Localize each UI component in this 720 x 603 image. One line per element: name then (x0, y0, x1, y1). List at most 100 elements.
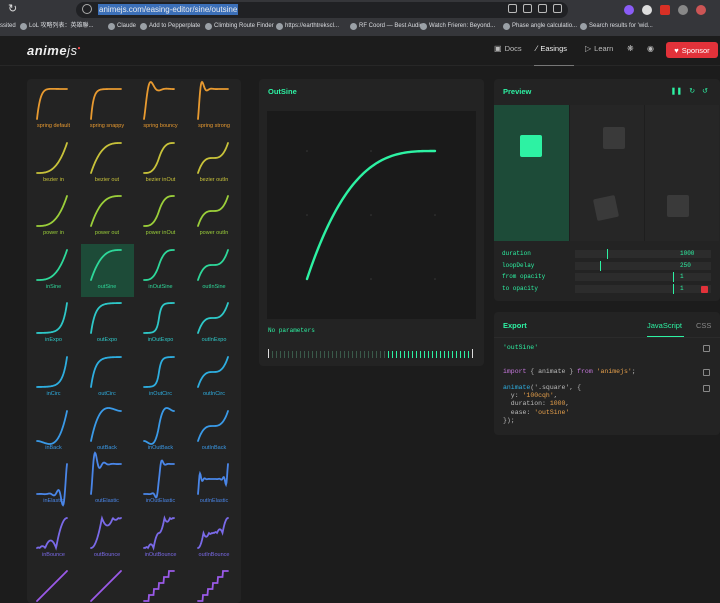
easing-curve-icon (196, 463, 229, 496)
nav-easings[interactable]: ∕ Easings (536, 44, 567, 53)
easing-cell[interactable]: inOutBounce (134, 512, 187, 565)
easing-cell[interactable]: spring strong (188, 80, 241, 136)
bookmark-item[interactable]: Search results for 'wid... (580, 20, 653, 32)
animejs-logo[interactable]: animejs● (27, 43, 81, 58)
bookmark-item[interactable]: Climbing Route Finder (205, 20, 274, 32)
url-text[interactable]: animejs.com/easing-editor/sine/outsine (98, 4, 239, 15)
easing-cell[interactable]: inExpo (27, 297, 80, 350)
easing-cell[interactable]: inOutElastic (134, 458, 187, 511)
bookmark-item[interactable]: RF Coord — Best Audio (350, 20, 423, 32)
easing-cell[interactable]: outBounce (81, 512, 134, 565)
param-slider[interactable] (575, 283, 675, 294)
bookmark-item[interactable]: LoL 攻略列表：英雄聯... (20, 20, 93, 32)
address-bar[interactable]: animejs.com/easing-editor/sine/outsine (76, 2, 568, 18)
easing-cell[interactable]: power out (81, 190, 134, 243)
param-slider[interactable] (575, 272, 675, 282)
bookmark-item[interactable]: https://earthtrekscl... (276, 20, 339, 32)
bookmark-item[interactable]: Claude (108, 20, 136, 32)
bookmark-label: Phase angle calculatio... (512, 23, 578, 29)
logo-suffix: js (67, 43, 78, 58)
timeline-ticks[interactable] (267, 349, 476, 359)
easing-cell[interactable] (188, 565, 241, 603)
nav-discord[interactable]: ❋ (627, 44, 634, 53)
easing-cell[interactable]: outInCirc (188, 351, 241, 404)
share-icon[interactable] (523, 4, 532, 13)
easing-cell[interactable] (134, 565, 187, 603)
easing-cell[interactable]: inOutBack (134, 405, 187, 458)
reload-icon[interactable]: ↻ (8, 3, 20, 15)
easing-cell[interactable]: bezier outIn (188, 137, 241, 190)
easing-curve-icon (89, 248, 122, 281)
extension-b-icon[interactable] (642, 5, 652, 15)
slider-handle[interactable] (673, 283, 674, 294)
code-token: import (503, 368, 527, 375)
sponsor-button[interactable]: ♥ Sponsor (666, 42, 718, 58)
site-info-icon[interactable] (82, 4, 92, 14)
easing-cell[interactable]: bezier inOut (134, 137, 187, 190)
easing-cell[interactable]: outSine (80, 243, 134, 297)
remove-icon[interactable] (701, 285, 708, 293)
copy-icon[interactable] (703, 345, 710, 352)
tab-javascript[interactable]: JavaScript (647, 321, 682, 330)
bookmark-item[interactable]: ssited (0, 20, 16, 32)
easing-cell[interactable]: outBack (81, 405, 134, 458)
easing-cell[interactable]: bezier in (27, 137, 80, 190)
param-value: 250 (680, 261, 691, 269)
easing-cell[interactable]: spring snappy (81, 83, 134, 136)
easing-cell[interactable]: power outIn (188, 190, 241, 243)
tab-css[interactable]: CSS (696, 321, 711, 330)
easing-cell[interactable]: outInBounce (188, 512, 241, 565)
extension-a-icon[interactable] (624, 5, 634, 15)
nav-learn[interactable]: ▷ Learn (585, 44, 613, 53)
easing-cell[interactable]: outInBack (188, 405, 241, 458)
extension-icon[interactable] (553, 4, 562, 13)
param-value-input[interactable]: 250 (675, 261, 711, 270)
easing-cell[interactable]: spring default (27, 83, 80, 136)
restart-icon[interactable]: ↺ (702, 87, 708, 95)
param-slider[interactable] (575, 260, 675, 271)
easing-cell[interactable]: outInSine (188, 244, 241, 297)
easing-cell[interactable]: inOutExpo (134, 297, 187, 350)
easing-cell[interactable]: bezier out (81, 137, 134, 190)
loop-icon[interactable]: ↻ (689, 87, 695, 95)
easing-cell[interactable]: inElastic (27, 458, 80, 511)
easing-cell[interactable]: spring bouncy (134, 81, 187, 136)
easing-cell[interactable]: outInElastic (188, 458, 241, 511)
slider-handle[interactable] (600, 260, 601, 271)
easing-cell[interactable] (81, 565, 134, 603)
easing-cell[interactable]: power in (27, 190, 80, 243)
easing-cell[interactable]: power inOut (134, 190, 187, 243)
copy-icon[interactable] (703, 369, 710, 376)
nav-github[interactable]: ◉ (647, 44, 654, 53)
slider-handle[interactable] (607, 249, 608, 259)
pause-icon[interactable]: ❚❚ (671, 87, 683, 95)
easing-cell[interactable]: inOutSine (134, 244, 187, 297)
easing-cell[interactable] (27, 565, 80, 603)
extensions-puzzle-icon[interactable] (678, 5, 688, 15)
slider-handle[interactable] (673, 272, 674, 282)
easing-cell[interactable]: outExpo (81, 297, 134, 350)
profile-avatar-icon[interactable] (696, 5, 706, 15)
easing-cell[interactable]: inBack (27, 405, 80, 458)
bookmark-item[interactable]: Phase angle calculatio... (503, 20, 577, 32)
easing-curve-canvas[interactable] (267, 111, 476, 319)
bookmark-star-icon[interactable] (538, 4, 547, 13)
extension-c-icon[interactable] (660, 5, 670, 15)
param-value-input[interactable]: 1 (675, 284, 711, 293)
nav-docs[interactable]: ▣ Docs (494, 44, 522, 53)
bookmark-item[interactable]: Add to Pepperplate (140, 20, 200, 32)
screenshot-icon[interactable] (508, 4, 517, 13)
bookmark-item[interactable]: Watch Frieren: Beyond... (420, 20, 495, 32)
easing-cell[interactable]: outInExpo (188, 297, 241, 350)
param-value-input[interactable]: 1000 (675, 250, 711, 258)
easing-cell[interactable]: outCirc (81, 351, 134, 404)
easing-cell[interactable]: inBounce (27, 512, 80, 565)
code-token: , (565, 400, 570, 408)
easing-cell[interactable]: inSine (27, 244, 80, 297)
param-slider[interactable] (575, 249, 675, 259)
easing-cell[interactable]: inCirc (27, 351, 80, 404)
easing-cell[interactable]: outElastic (81, 451, 134, 511)
param-value-input[interactable]: 1 (675, 273, 711, 281)
copy-icon[interactable] (703, 385, 710, 392)
easing-cell[interactable]: inOutCirc (134, 351, 187, 404)
